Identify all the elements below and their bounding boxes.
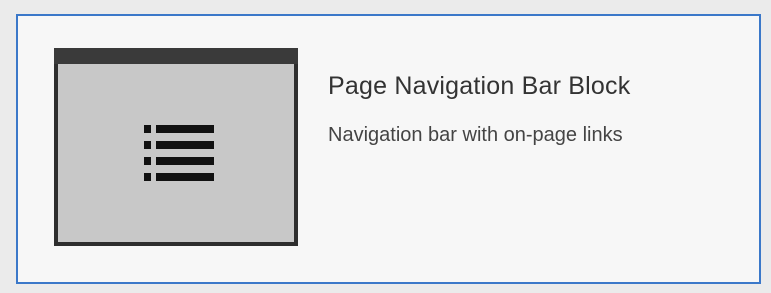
- page-navigation-bar-block-card[interactable]: Page Navigation Bar Block Navigation bar…: [16, 14, 761, 284]
- thumbnail-header-bar: [54, 48, 298, 64]
- block-thumbnail: [54, 48, 298, 246]
- list-icon: [144, 125, 214, 181]
- block-title: Page Navigation Bar Block: [328, 72, 631, 100]
- block-description: Navigation bar with on-page links: [328, 124, 623, 146]
